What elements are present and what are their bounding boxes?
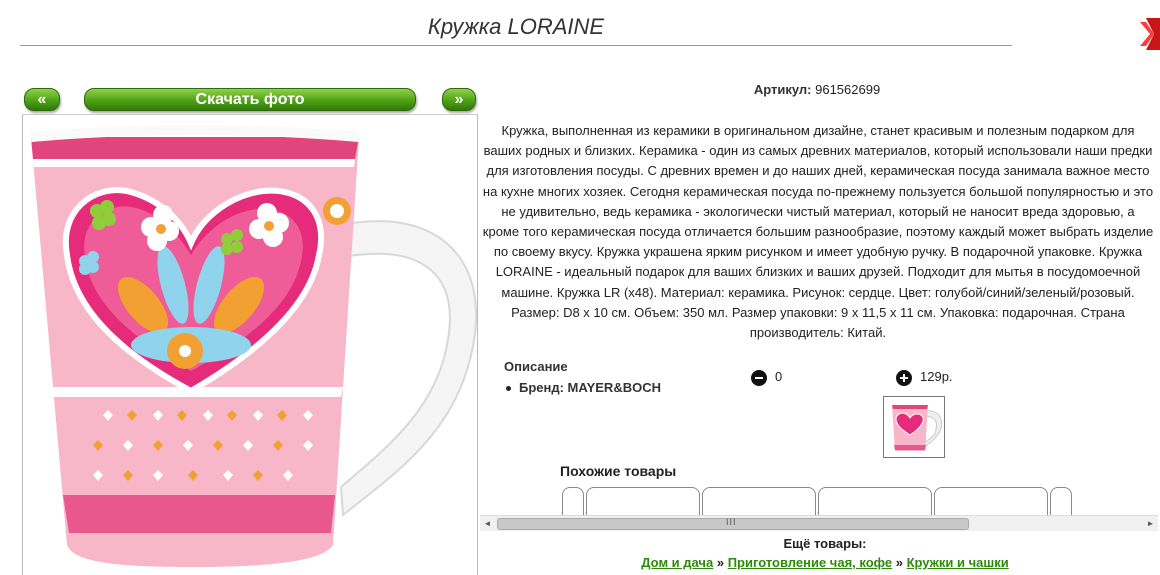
close-icon[interactable] (1140, 18, 1160, 50)
plus-icon[interactable] (896, 369, 912, 386)
crumb-separator: » (895, 555, 903, 570)
article-value: 961562699 (815, 82, 881, 97)
more-products-title: Ещё товары: (783, 536, 867, 551)
download-photo-button[interactable]: Скачать фото (84, 88, 416, 111)
mug-image (30, 125, 477, 567)
quantity-value: 0 (775, 369, 783, 384)
crumb-link[interactable]: Кружки и чашки (907, 555, 1009, 570)
next-photo-button[interactable]: » (442, 88, 476, 111)
breadcrumb: Дом и дача » Приготовление чая, кофе » К… (482, 555, 1160, 570)
title-divider (20, 45, 1012, 46)
quantity-control: 0 (751, 369, 782, 386)
brand-text: Бренд: MAYER&BOCH (519, 380, 661, 395)
crumb-link[interactable]: Приготовление чая, кофе (728, 555, 892, 570)
product-description: Кружка, выполненная из керамики в оригин… (482, 123, 1154, 341)
scroll-right-icon[interactable]: ► (1143, 516, 1158, 531)
article-label: Артикул: (753, 82, 812, 97)
page-title: Кружка LORAINE (427, 14, 605, 39)
prev-photo-button[interactable]: « (24, 88, 60, 111)
article-line: Артикул: 961562699 (482, 82, 1152, 97)
similar-products-title: Похожие товары (560, 463, 677, 479)
brand-item: Бренд: MAYER&BOCH (506, 380, 661, 395)
scroll-left-icon[interactable]: ◄ (480, 516, 495, 531)
crumb-separator: » (716, 555, 725, 570)
product-photo[interactable] (22, 114, 478, 575)
minus-icon[interactable] (751, 369, 767, 386)
photo-thumbnail[interactable] (883, 396, 945, 458)
price-control: 129р. (896, 369, 953, 386)
price-value: 129р. (920, 369, 953, 384)
mug-thumbnail-image (892, 405, 943, 451)
info-title: Описание (504, 359, 568, 374)
horizontal-scrollbar[interactable]: ◄ III ► (480, 515, 1158, 531)
crumb-link[interactable]: Дом и дача (641, 555, 713, 570)
bullet-icon (506, 386, 511, 392)
scrollbar-grip: III (726, 517, 737, 527)
scrollbar-thumb[interactable]: III (497, 517, 969, 530)
